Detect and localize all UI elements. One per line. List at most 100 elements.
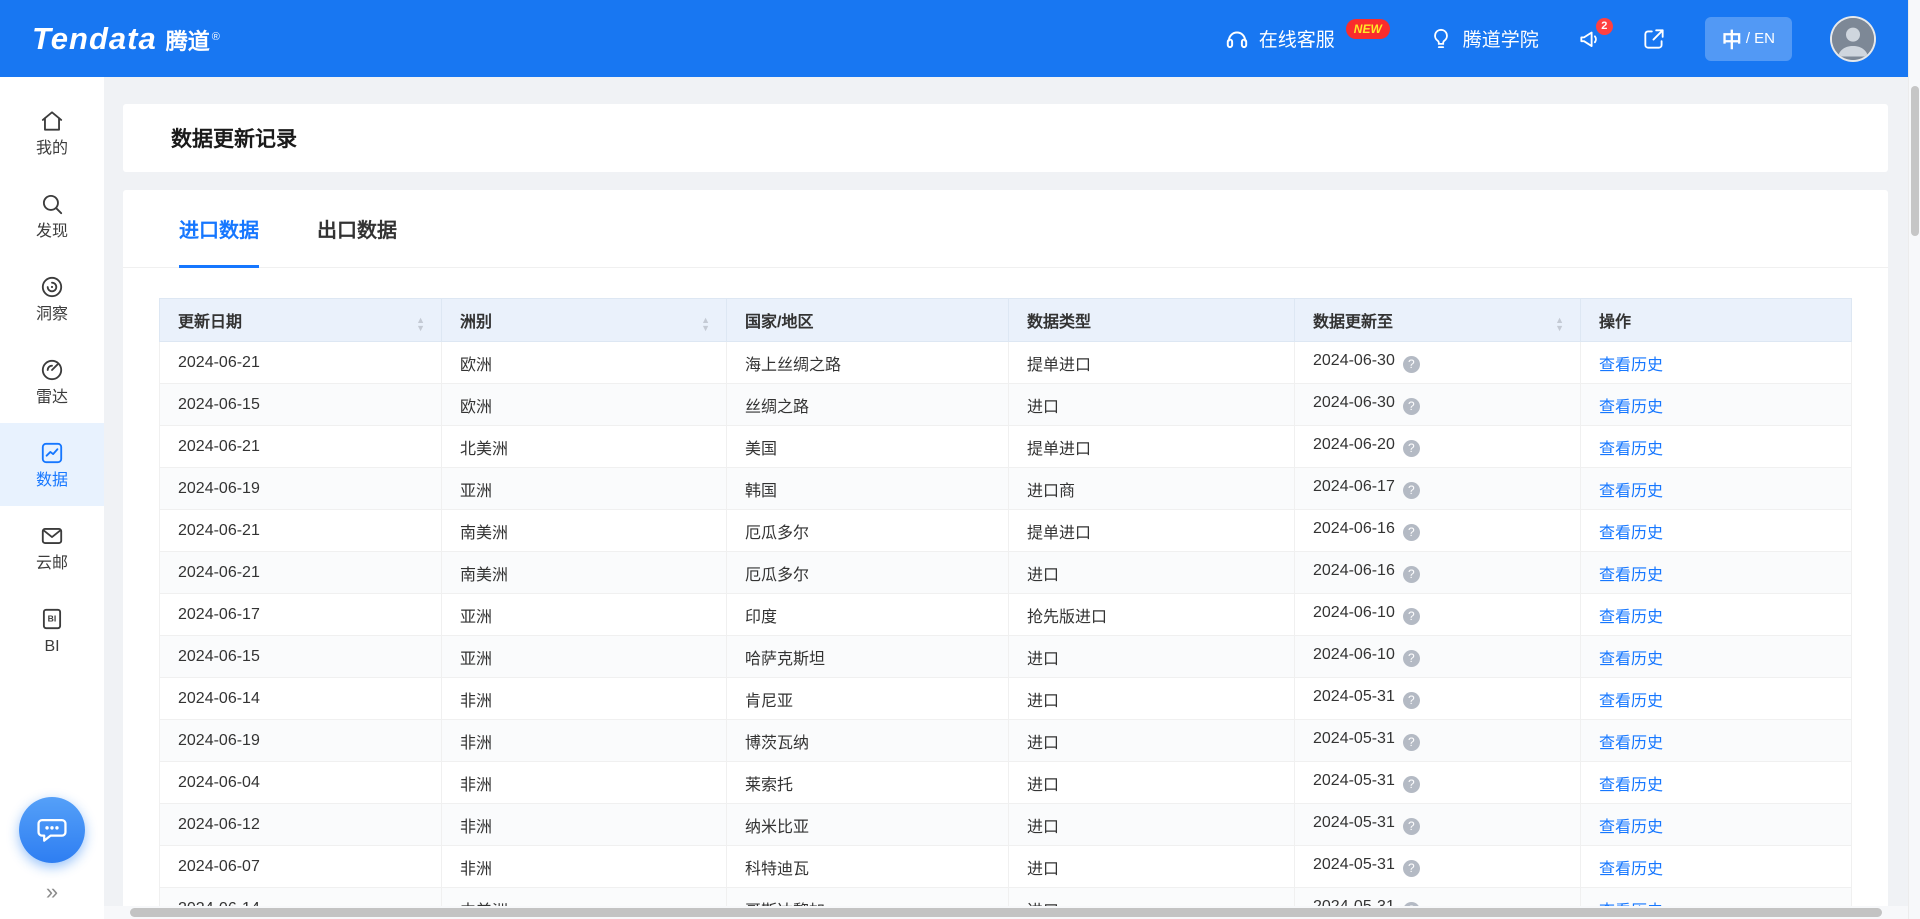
- cell-country: 韩国: [727, 468, 1009, 510]
- vertical-scrollbar: [1908, 0, 1920, 919]
- cell-data-type: 进口: [1009, 384, 1295, 426]
- help-icon[interactable]: [1403, 524, 1420, 541]
- cell-data-type: 抢先版进口: [1009, 594, 1295, 636]
- headset-icon: [1224, 26, 1250, 52]
- cell-action: 查看历史: [1581, 804, 1852, 846]
- sort-carets-icon[interactable]: ▲▼: [701, 316, 710, 332]
- avatar[interactable]: [1830, 16, 1876, 62]
- tab-export[interactable]: 出口数据: [317, 190, 397, 267]
- registered-mark: ®: [212, 31, 220, 43]
- mail-icon: [39, 523, 65, 549]
- table-body: 2024-06-21 欧洲 海上丝绸之路 提单进口 2024-06-30 查看历…: [160, 342, 1852, 919]
- column-label: 数据类型: [1027, 314, 1091, 331]
- help-icon[interactable]: [1403, 608, 1420, 625]
- help-icon[interactable]: [1403, 398, 1420, 415]
- cell-continent: 非洲: [442, 720, 727, 762]
- sidebar-collapse-button[interactable]: »: [46, 881, 58, 903]
- view-history-link[interactable]: 查看历史: [1599, 525, 1663, 542]
- help-icon[interactable]: [1403, 860, 1420, 877]
- column-label: 国家/地区: [745, 314, 813, 331]
- horizontal-scrollbar-thumb[interactable]: [130, 908, 1882, 917]
- cell-updated-to: 2024-06-16: [1295, 552, 1581, 594]
- sidebar-item-data[interactable]: 数据: [0, 423, 104, 506]
- academy-button[interactable]: 腾道学院: [1428, 25, 1539, 52]
- table-row: 2024-06-04 非洲 莱索托 进口 2024-05-31 查看历史: [160, 762, 1852, 804]
- top-header: Tendata 腾道 ® 在线客服 NEW 腾道学院 2: [0, 0, 1920, 77]
- language-toggle[interactable]: 中 / EN: [1705, 17, 1792, 61]
- help-icon[interactable]: [1403, 440, 1420, 457]
- cell-updated-to: 2024-05-31: [1295, 804, 1581, 846]
- title-card: 数据更新记录: [123, 104, 1888, 172]
- view-history-link[interactable]: 查看历史: [1599, 651, 1663, 668]
- cell-data-type: 提单进口: [1009, 510, 1295, 552]
- help-icon[interactable]: [1403, 482, 1420, 499]
- sort-carets-icon[interactable]: ▲▼: [1555, 316, 1564, 332]
- view-history-link[interactable]: 查看历史: [1599, 567, 1663, 584]
- announcement-button[interactable]: 2: [1577, 26, 1603, 52]
- table-row: 2024-06-21 南美洲 厄瓜多尔 进口 2024-06-16 查看历史: [160, 552, 1852, 594]
- cell-updated-to: 2024-06-20: [1295, 426, 1581, 468]
- sidebar-item-insight[interactable]: 洞察: [0, 257, 104, 340]
- help-icon[interactable]: [1403, 818, 1420, 835]
- sidebar-item-discover[interactable]: 发现: [0, 174, 104, 257]
- help-icon[interactable]: [1403, 650, 1420, 667]
- column-header-1[interactable]: 更新日期 ▲▼: [160, 299, 442, 342]
- help-icon[interactable]: [1403, 566, 1420, 583]
- view-history-link[interactable]: 查看历史: [1599, 735, 1663, 752]
- tab-label: 出口数据: [317, 214, 397, 243]
- view-history-link[interactable]: 查看历史: [1599, 357, 1663, 374]
- table-row: 2024-06-17 亚洲 印度 抢先版进口 2024-06-10 查看历史: [160, 594, 1852, 636]
- bi-icon: BI: [39, 606, 65, 632]
- academy-label: 腾道学院: [1463, 25, 1539, 52]
- sort-carets-icon[interactable]: ▲▼: [416, 316, 425, 332]
- table-row: 2024-06-21 南美洲 厄瓜多尔 提单进口 2024-06-16 查看历史: [160, 510, 1852, 552]
- lightbulb-icon: [1428, 26, 1454, 52]
- vertical-scrollbar-thumb[interactable]: [1911, 86, 1919, 236]
- cell-data-type: 进口: [1009, 720, 1295, 762]
- view-history-link[interactable]: 查看历史: [1599, 609, 1663, 626]
- sidebar-item-mail[interactable]: 云邮: [0, 506, 104, 589]
- cell-updated-to: 2024-06-10: [1295, 636, 1581, 678]
- view-history-link[interactable]: 查看历史: [1599, 483, 1663, 500]
- cell-updated-to: 2024-06-17: [1295, 468, 1581, 510]
- cell-action: 查看历史: [1581, 342, 1852, 384]
- column-label: 更新日期: [178, 314, 242, 331]
- cell-action: 查看历史: [1581, 552, 1852, 594]
- cell-data-type: 提单进口: [1009, 426, 1295, 468]
- help-icon[interactable]: [1403, 734, 1420, 751]
- cell-continent: 非洲: [442, 804, 727, 846]
- cell-update-date: 2024-06-14: [160, 678, 442, 720]
- cell-action: 查看历史: [1581, 594, 1852, 636]
- column-header-5[interactable]: 数据更新至▲▼: [1295, 299, 1581, 342]
- sidebar-item-label: 雷达: [36, 390, 68, 406]
- view-history-link[interactable]: 查看历史: [1599, 693, 1663, 710]
- sidebar-item-home[interactable]: 我的: [0, 91, 104, 174]
- chat-fab-button[interactable]: [19, 797, 85, 863]
- view-history-link[interactable]: 查看历史: [1599, 861, 1663, 878]
- sidebar-item-label: BI: [44, 639, 59, 655]
- help-icon[interactable]: [1403, 356, 1420, 373]
- cell-country: 哈萨克斯坦: [727, 636, 1009, 678]
- help-icon[interactable]: [1403, 692, 1420, 709]
- view-history-link[interactable]: 查看历史: [1599, 777, 1663, 794]
- cell-country: 厄瓜多尔: [727, 510, 1009, 552]
- tab-import[interactable]: 进口数据: [179, 190, 259, 267]
- home-icon: [39, 108, 65, 134]
- view-history-link[interactable]: 查看历史: [1599, 819, 1663, 836]
- sidebar-item-bi[interactable]: BI BI: [0, 589, 104, 672]
- cell-continent: 亚洲: [442, 636, 727, 678]
- customer-service-button[interactable]: 在线客服 NEW: [1224, 25, 1390, 52]
- sidebar-item-label: 云邮: [36, 556, 68, 572]
- page-title: 数据更新记录: [171, 123, 297, 153]
- expand-button[interactable]: [1641, 26, 1667, 52]
- view-history-link[interactable]: 查看历史: [1599, 399, 1663, 416]
- main-content: 数据更新记录 进口数据 出口数据 更新日期▲▼洲别▲▼国家/地区数据类型数据更新…: [104, 77, 1908, 919]
- cell-continent: 欧洲: [442, 384, 727, 426]
- cell-update-date: 2024-06-21: [160, 510, 442, 552]
- table-row: 2024-06-21 北美洲 美国 提单进口 2024-06-20 查看历史: [160, 426, 1852, 468]
- help-icon[interactable]: [1403, 776, 1420, 793]
- cell-continent: 非洲: [442, 762, 727, 804]
- view-history-link[interactable]: 查看历史: [1599, 441, 1663, 458]
- column-header-2[interactable]: 洲别▲▼: [442, 299, 727, 342]
- sidebar-item-radar[interactable]: 雷达: [0, 340, 104, 423]
